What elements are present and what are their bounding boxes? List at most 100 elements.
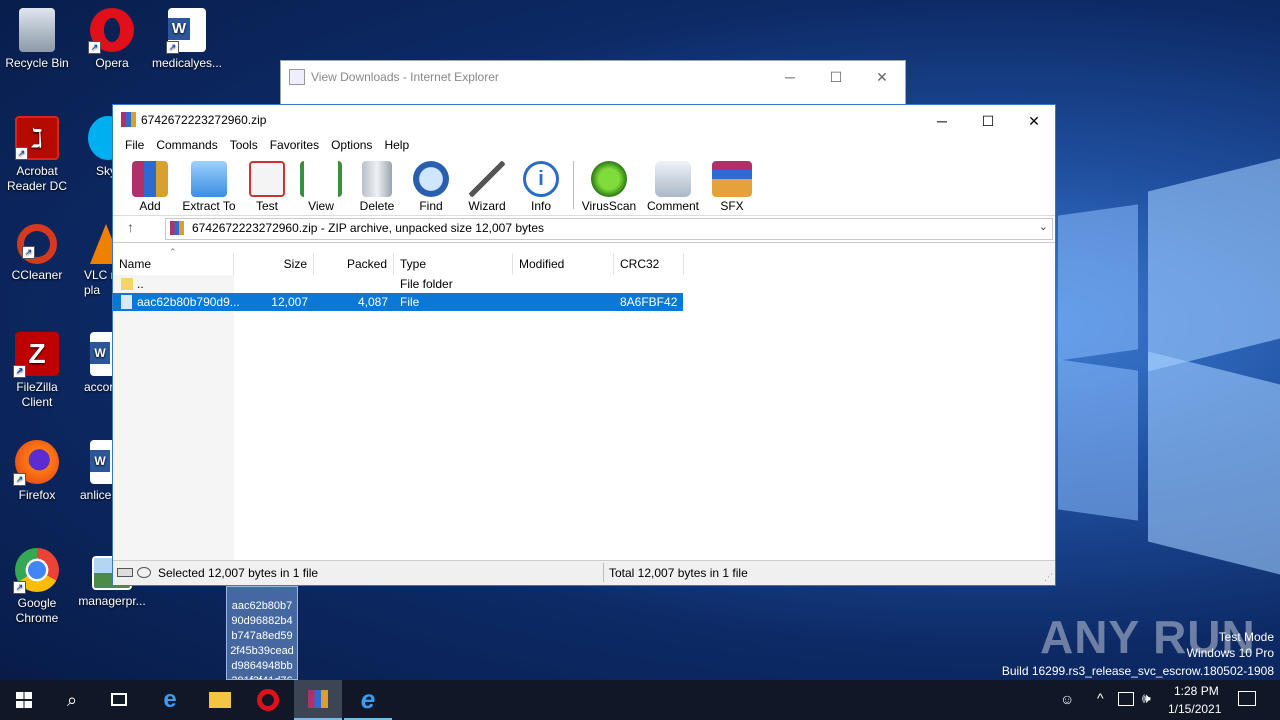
filezilla-icon: Z ↗ [13, 332, 59, 378]
notifications-icon[interactable] [1238, 691, 1256, 706]
list-item-selected-file[interactable]: aac62b80b790d9... 12,007 4,087 File 8A6F… [113, 293, 683, 311]
ie-window[interactable]: View Downloads - Internet Explorer ─ ☐ ✕ [280, 60, 906, 106]
desktop-icon-label: anlice [80, 488, 112, 502]
close-button[interactable]: ✕ [1011, 107, 1057, 135]
internet-explorer-icon[interactable]: e [344, 680, 392, 720]
desktop-icon-label: CCleaner [11, 268, 63, 282]
folder-extract-icon [191, 161, 227, 197]
edge-icon[interactable]: e [146, 680, 194, 720]
wizard-button[interactable]: Wizard [465, 157, 509, 213]
clock-date[interactable]: 1/15/2021 [1168, 702, 1221, 716]
start-icon[interactable] [0, 680, 48, 720]
address-field[interactable]: 6742672223272960.zip - ZIP archive, unpa… [165, 218, 1053, 240]
wallpaper-beam [1148, 158, 1280, 372]
clock-time[interactable]: 1:28 PM [1174, 684, 1219, 698]
winrar-window[interactable]: 6742672223272960.zip ─ ☐ ✕ File Commands… [112, 104, 1056, 586]
find-button[interactable]: Find [411, 157, 451, 213]
magic-wand-icon [469, 161, 505, 197]
virusscan-button[interactable]: VirusScan [581, 157, 637, 213]
column-modified[interactable]: Modified [513, 253, 614, 275]
desktop-icon-medicalyes[interactable]: W ↗ medicalyes... [150, 8, 224, 71]
menu-tools[interactable]: Tools [224, 135, 264, 155]
menu-help[interactable]: Help [378, 135, 415, 155]
maximize-button[interactable]: ☐ [965, 107, 1011, 135]
desktop-selected-file[interactable]: aac62b80b790d96882b4b747a8ed592f45b39cea… [226, 586, 298, 680]
wallpaper-beam [1148, 351, 1280, 575]
desktop-icon-skype[interactable]: Sky [84, 116, 112, 179]
column-type[interactable]: Type [394, 253, 513, 275]
menu-bar: File Commands Tools Favorites Options He… [113, 135, 1055, 155]
recycle-bin-icon [19, 8, 55, 52]
minimize-button[interactable]: ─ [767, 63, 813, 91]
opera-icon[interactable] [244, 680, 292, 720]
acrobat-icon: ℷ ↗ [15, 116, 59, 160]
internet-explorer-icon [289, 69, 305, 85]
network-icon[interactable] [1118, 692, 1134, 706]
archive-add-icon [132, 161, 168, 197]
column-size[interactable]: Size [234, 253, 314, 275]
resize-grip-icon[interactable]: ⋰ [1044, 572, 1053, 583]
view-button[interactable]: View [299, 157, 343, 213]
task-view-icon[interactable] [96, 680, 144, 720]
comment-button[interactable]: Comment [643, 157, 703, 213]
desktop-icon-acrobat[interactable]: ℷ ↗ Acrobat Reader DC [0, 116, 74, 194]
desktop-icon-chrome[interactable]: ↗ Google Chrome [0, 548, 74, 626]
menu-commands[interactable]: Commands [150, 135, 223, 155]
winrar-icon[interactable] [294, 680, 342, 720]
desktop-icon-label: Recycle Bin [5, 56, 69, 70]
comment-icon [655, 161, 691, 197]
window-title: 6742672223272960.zip [141, 113, 267, 127]
volume-icon[interactable]: 🕪 [1142, 690, 1151, 707]
trash-can-icon [362, 161, 392, 197]
column-packed[interactable]: Packed [314, 253, 394, 275]
desktop-icon-accor[interactable]: W accor [84, 332, 112, 395]
address-text: 6742672223272960.zip - ZIP archive, unpa… [192, 221, 545, 235]
test-button[interactable]: Test [247, 157, 287, 213]
status-selected: Selected 12,007 bytes in 1 file [158, 566, 319, 580]
desktop-icon-opera[interactable]: ↗ Opera [75, 8, 149, 71]
file-explorer-icon[interactable] [196, 680, 244, 720]
skype-icon [88, 116, 112, 160]
firefox-icon: ↗ [13, 440, 59, 486]
archive-icon [170, 221, 184, 235]
word-document-icon: W ↗ [166, 8, 206, 54]
close-button[interactable]: ✕ [859, 63, 905, 91]
status-bar: Selected 12,007 bytes in 1 file Total 12… [113, 560, 1055, 585]
search-icon[interactable]: ⌕ [48, 680, 96, 720]
clipboard-check-icon [249, 161, 285, 197]
status-divider [603, 563, 604, 582]
desktop-icon-label: managerpr... [78, 594, 146, 608]
desktop-icon-label: accor [84, 380, 112, 394]
delete-button[interactable]: Delete [355, 157, 399, 213]
word-document-icon: W [90, 332, 112, 376]
drive-icon [117, 568, 133, 577]
menu-file[interactable]: File [119, 135, 150, 155]
desktop-icon-filezilla[interactable]: Z ↗ FileZilla Client [0, 332, 74, 410]
desktop-icon-label: VLC n pla [84, 268, 112, 297]
desktop-icon-ccleaner[interactable]: ↗ CCleaner [0, 224, 74, 283]
desktop-icon-vlc[interactable]: VLC n pla [84, 224, 112, 298]
folder-icon [121, 278, 133, 290]
people-icon[interactable]: ☺ [1060, 691, 1074, 707]
menu-favorites[interactable]: Favorites [264, 135, 325, 155]
sfx-box-icon [712, 161, 752, 197]
info-button[interactable]: i Info [521, 157, 561, 213]
list-item-parent-folder[interactable]: .. File folder [113, 275, 683, 293]
column-crc32[interactable]: CRC32 [614, 253, 684, 275]
add-button[interactable]: Add [129, 157, 171, 213]
up-arrow-icon[interactable]: ↑ [127, 219, 134, 235]
maximize-button[interactable]: ☐ [813, 63, 859, 91]
desktop-icon-recycle-bin[interactable]: Recycle Bin [0, 8, 74, 71]
desktop-icon-firefox[interactable]: ↗ Firefox [0, 440, 74, 503]
chevron-up-icon[interactable]: ^ [1097, 690, 1104, 706]
sfx-button[interactable]: SFX [711, 157, 753, 213]
desktop-icon-label: Acrobat Reader DC [6, 164, 68, 193]
menu-options[interactable]: Options [325, 135, 378, 155]
extract-to-button[interactable]: Extract To [179, 157, 239, 213]
minimize-button[interactable]: ─ [919, 107, 965, 135]
chevron-down-icon[interactable]: ⌄ [1039, 220, 1048, 233]
desktop-icon-anlice[interactable]: W anlice [80, 440, 112, 503]
wallpaper-beam [1058, 359, 1138, 521]
word-document-icon: W [90, 440, 112, 484]
desktop-file-label: aac62b80b790d96882b4b747a8ed592f45b39cea… [230, 600, 294, 679]
